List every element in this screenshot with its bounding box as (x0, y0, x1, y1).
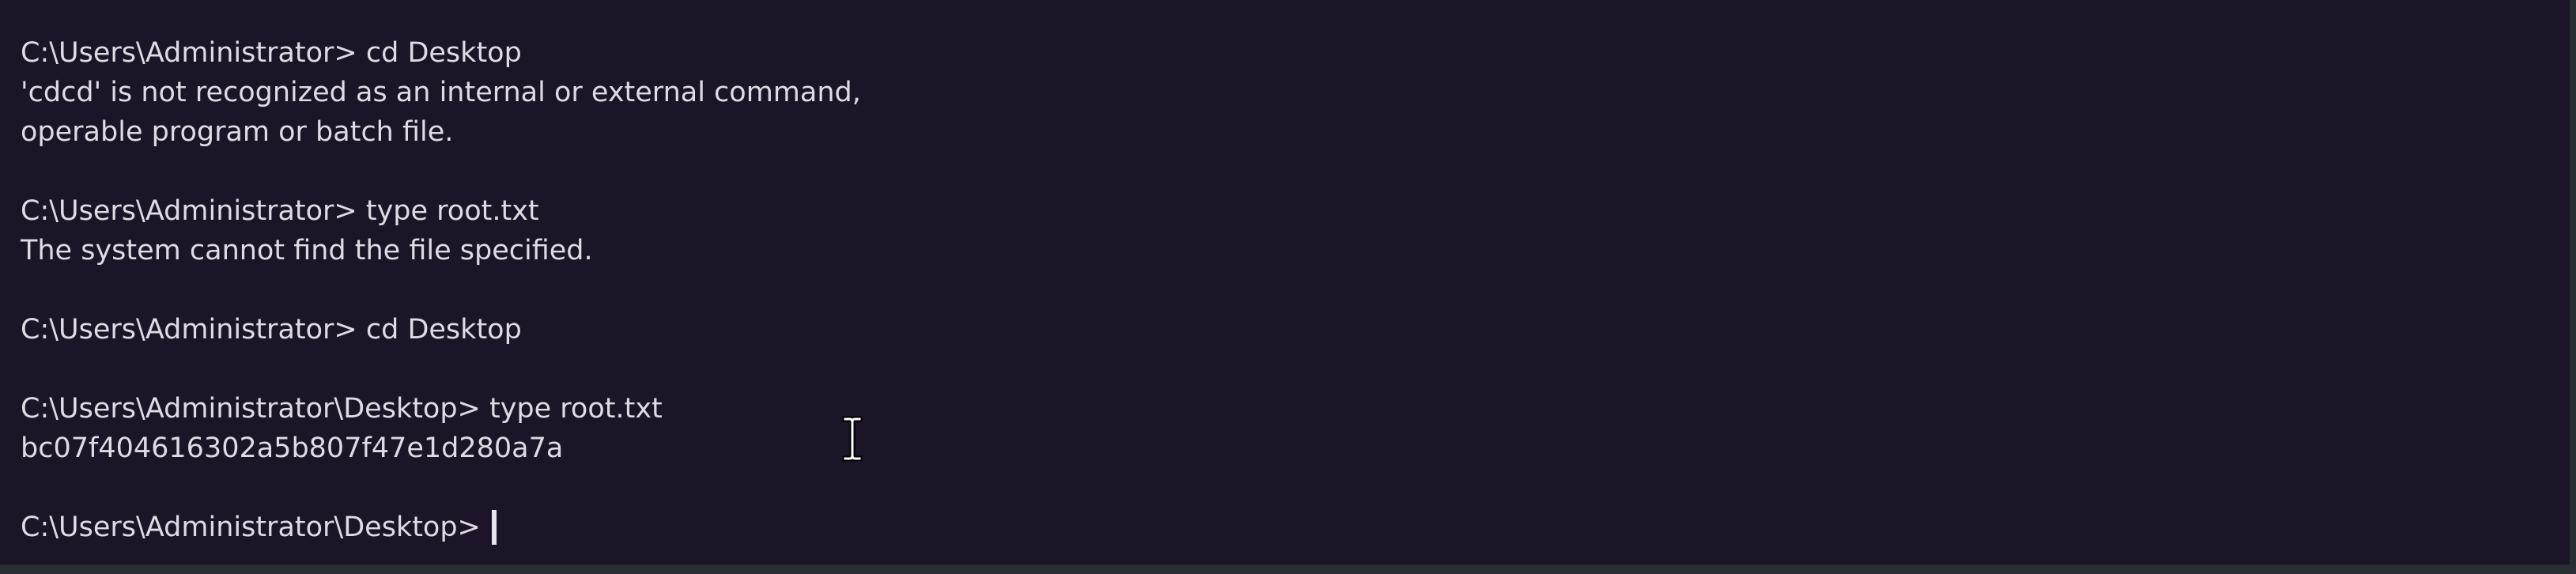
terminal-line: operable program or batch file. (21, 116, 454, 148)
terminal-line: The system cannot find the file specifie… (21, 235, 593, 266)
terminal-line: C:\Users\Administrator> cd Desktop (21, 37, 522, 69)
command-prompt: C:\Users\Administrator\Desktop> (21, 512, 481, 543)
text-caret (491, 510, 497, 545)
terminal-line: C:\Users\Administrator> type root.txt (21, 195, 539, 227)
terminal-line: bc07f404616302a5b807f47e1d280a7a (21, 432, 564, 464)
terminal-line: C:\Users\Administrator\Desktop> type roo… (21, 393, 663, 425)
terminal-window[interactable]: C:\Users\Administrator> cd Desktop 'cdcd… (0, 0, 2573, 569)
command-input-line[interactable]: C:\Users\Administrator\Desktop> (21, 508, 861, 547)
terminal-line: 'cdcd' is not recognized as an internal … (21, 77, 861, 108)
terminal-line: C:\Users\Administrator> cd Desktop (21, 314, 522, 346)
text-cursor-ibeam-icon (842, 416, 863, 462)
terminal-output: C:\Users\Administrator> cd Desktop 'cdcd… (21, 33, 861, 547)
